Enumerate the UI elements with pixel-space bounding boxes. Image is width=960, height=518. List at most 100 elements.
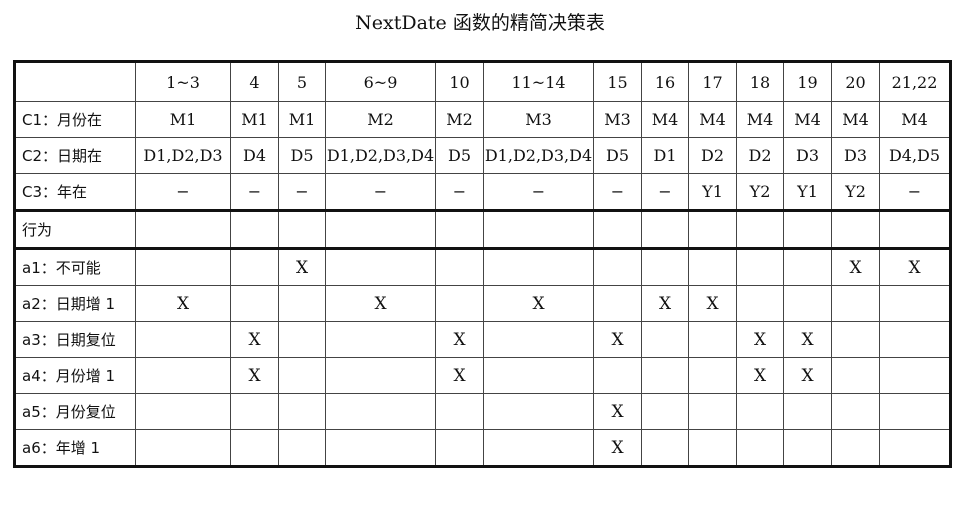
action-mark-cell [831, 357, 880, 394]
action-mark-cell [135, 357, 231, 394]
condition-cell [736, 209, 784, 249]
action-mark-cell [736, 247, 784, 286]
action-mark-cell [325, 321, 436, 358]
rule-number-cell: 20 [831, 60, 880, 102]
rule-number-cell: 15 [593, 60, 642, 102]
action-mark-cell [483, 429, 594, 468]
condition-cell [879, 209, 952, 249]
page-title: NextDate 函数的精简决策表 [355, 12, 605, 34]
rule-number-cell: 21,22 [879, 60, 952, 102]
condition-cell [483, 209, 594, 249]
condition-cell: M4 [879, 101, 952, 138]
condition-cell: − [325, 173, 436, 211]
action-mark-cell [325, 357, 436, 394]
action-mark-cell: X [688, 285, 737, 322]
action-mark-cell: X [135, 285, 231, 322]
condition-cell: − [879, 173, 952, 211]
row-label: C3：年在 [13, 173, 136, 211]
condition-cell: − [230, 173, 279, 211]
condition-cell [641, 209, 689, 249]
action-mark-cell [783, 393, 832, 430]
action-mark-cell [230, 429, 279, 468]
row-label: a4：月份增 1 [13, 357, 136, 394]
condition-cell [325, 209, 436, 249]
action-mark-cell [688, 357, 737, 394]
action-mark-cell [230, 285, 279, 322]
action-mark-cell [278, 285, 326, 322]
rule-number-cell: 19 [783, 60, 832, 102]
row-label: C1：月份在 [13, 101, 136, 138]
condition-cell: D2 [688, 137, 737, 174]
condition-cell: D5 [278, 137, 326, 174]
rule-number-cell: 10 [435, 60, 484, 102]
condition-cell: M2 [435, 101, 484, 138]
condition-cell: − [135, 173, 231, 211]
action-mark-cell: X [230, 321, 279, 358]
action-mark-cell [483, 321, 594, 358]
row-label: a6：年增 1 [13, 429, 136, 468]
action-mark-cell: X [783, 321, 832, 358]
action-mark-cell [879, 429, 952, 468]
action-mark-cell: X [278, 247, 326, 286]
rule-number-cell: 5 [278, 60, 326, 102]
condition-cell [278, 209, 326, 249]
action-row: a3：日期复位 X X X X X [13, 321, 952, 358]
action-mark-cell [879, 321, 952, 358]
condition-cell: D4,D5 [879, 137, 952, 174]
rule-number-cell: 18 [736, 60, 784, 102]
action-mark-cell [435, 247, 484, 286]
condition-cell: D5 [593, 137, 642, 174]
action-mark-cell [278, 321, 326, 358]
row-label: a3：日期复位 [13, 321, 136, 358]
action-mark-cell [230, 247, 279, 286]
action-mark-cell [783, 247, 832, 286]
row-label: a1：不可能 [13, 247, 136, 286]
condition-cell: D1,D2,D3,D4 [325, 137, 436, 174]
action-mark-cell [435, 285, 484, 322]
action-mark-cell [483, 357, 594, 394]
action-mark-cell [783, 285, 832, 322]
condition-cell [593, 209, 642, 249]
action-mark-cell: X [736, 321, 784, 358]
condition-cell [783, 209, 832, 249]
condition-cell: − [641, 173, 689, 211]
condition-cell: D1,D2,D3 [135, 137, 231, 174]
action-mark-cell: X [783, 357, 832, 394]
action-mark-cell [483, 393, 594, 430]
action-mark-cell [688, 393, 737, 430]
condition-cell [135, 209, 231, 249]
action-mark-cell [641, 393, 689, 430]
action-mark-cell [688, 429, 737, 468]
condition-cell [831, 209, 880, 249]
action-mark-cell: X [831, 247, 880, 286]
rule-number-cell: 4 [230, 60, 279, 102]
action-mark-cell [831, 429, 880, 468]
condition-cell: D1,D2,D3,D4 [483, 137, 594, 174]
condition-row: C1：月份在 M1 M1 M1 M2 M2 M3 M3 M4 M4 M4 M4 M4 M4 [13, 101, 952, 138]
action-mark-cell: X [325, 285, 436, 322]
action-mark-cell [688, 247, 737, 286]
condition-cell [230, 209, 279, 249]
action-mark-cell [688, 321, 737, 358]
action-mark-cell [483, 247, 594, 286]
action-mark-cell [278, 357, 326, 394]
row-label: 行为 [13, 209, 136, 249]
action-mark-cell [831, 285, 880, 322]
action-mark-cell [135, 429, 231, 468]
condition-cell: − [435, 173, 484, 211]
condition-cell: M4 [831, 101, 880, 138]
action-mark-cell [736, 285, 784, 322]
rule-number-cell: 11~14 [483, 60, 594, 102]
action-mark-cell [230, 393, 279, 430]
condition-cell: − [483, 173, 594, 211]
row-label: a2：日期增 1 [13, 285, 136, 322]
condition-cell: D4 [230, 137, 279, 174]
corner-cell [13, 60, 136, 102]
condition-cell: M1 [135, 101, 231, 138]
action-mark-cell: X [593, 321, 642, 358]
action-mark-cell: X [435, 357, 484, 394]
condition-cell: − [278, 173, 326, 211]
action-mark-cell [325, 247, 436, 286]
action-mark-cell [641, 321, 689, 358]
condition-cell: D3 [783, 137, 832, 174]
